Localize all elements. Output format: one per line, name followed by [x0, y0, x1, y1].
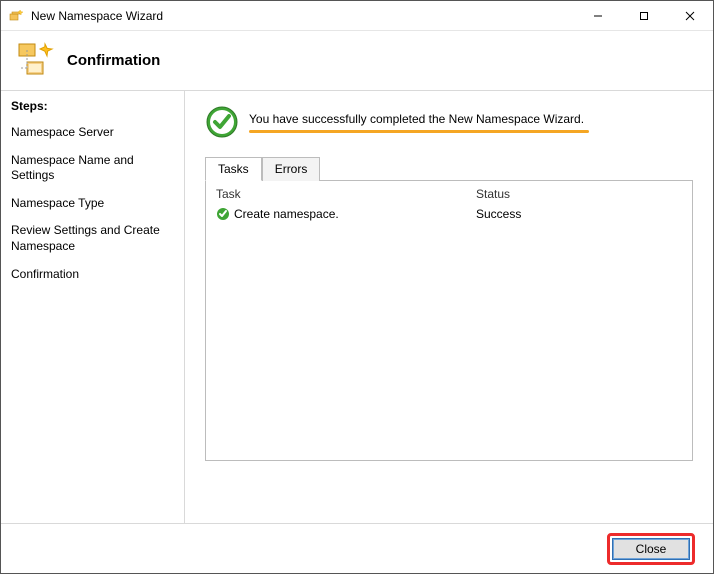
step-namespace-server[interactable]: Namespace Server	[1, 119, 184, 147]
window-controls	[575, 1, 713, 30]
success-underline	[249, 130, 589, 133]
row-success-icon	[216, 207, 230, 221]
tasks-panel: Task Status Create namespace. Success	[205, 181, 693, 461]
footer: Close	[1, 523, 713, 573]
wizard-header: Confirmation	[1, 31, 713, 91]
result-row: Create namespace. Success	[206, 205, 692, 223]
steps-label: Steps:	[1, 95, 184, 119]
row-task: Create namespace.	[234, 207, 476, 221]
col-header-task: Task	[216, 187, 476, 201]
window-title: New Namespace Wizard	[31, 9, 575, 23]
content: You have successfully completed the New …	[185, 91, 713, 523]
step-namespace-name-settings[interactable]: Namespace Name and Settings	[1, 147, 184, 190]
titlebar: New Namespace Wizard	[1, 1, 713, 31]
success-text-wrap: You have successfully completed the New …	[249, 112, 693, 133]
step-namespace-type[interactable]: Namespace Type	[1, 190, 184, 218]
page-title: Confirmation	[67, 52, 160, 69]
maximize-button[interactable]	[621, 1, 667, 30]
close-window-button[interactable]	[667, 1, 713, 30]
app-icon	[9, 8, 25, 24]
success-check-icon	[205, 105, 239, 139]
results-header: Task Status	[206, 181, 692, 205]
success-row: You have successfully completed the New …	[205, 105, 693, 139]
step-confirmation[interactable]: Confirmation	[1, 261, 184, 289]
tab-errors[interactable]: Errors	[262, 157, 321, 181]
row-status: Success	[476, 207, 682, 221]
tab-tasks[interactable]: Tasks	[205, 157, 262, 181]
body: Steps: Namespace Server Namespace Name a…	[1, 91, 713, 523]
wizard-icon	[15, 40, 57, 82]
close-button-highlight: Close	[607, 533, 695, 565]
sidebar: Steps: Namespace Server Namespace Name a…	[1, 91, 185, 523]
step-review-settings[interactable]: Review Settings and Create Namespace	[1, 217, 184, 260]
minimize-button[interactable]	[575, 1, 621, 30]
success-message: You have successfully completed the New …	[249, 112, 693, 130]
col-header-status: Status	[476, 187, 682, 201]
tabs: Tasks Errors	[205, 157, 693, 181]
close-button[interactable]: Close	[612, 538, 690, 560]
